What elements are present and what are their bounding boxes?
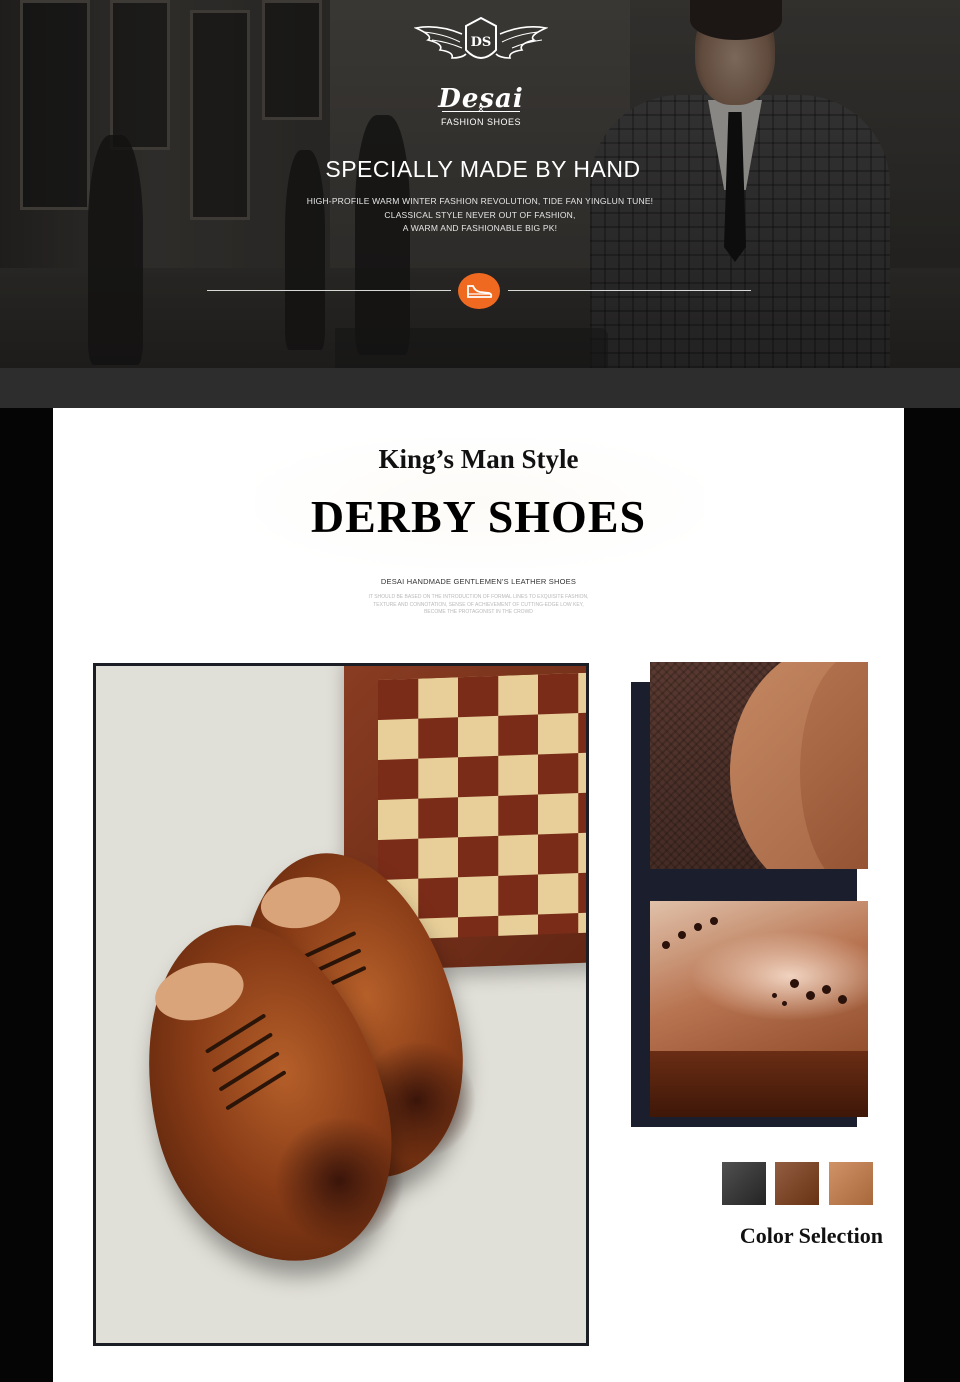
winged-shield-icon: DS [414, 16, 548, 59]
swatch-dark-brown[interactable] [775, 1162, 819, 1205]
shoe-icon [467, 285, 493, 298]
hero-tagline-line: A WARM AND FASHIONABLE BIG PK! [402, 223, 558, 233]
hero-tab-shape [335, 328, 608, 368]
fine-print-line: BECOME THE PROTAGONIST IN THE CROWD [424, 609, 533, 615]
product-title: DERBY SHOES [310, 491, 647, 542]
hero-tagline-line: HIGH-PROFILE WARM WINTER FASHION REVOLUT… [306, 196, 654, 206]
brand-subtitle: FASHION SHOES [440, 117, 522, 127]
hero-banner: DS Desai ✕ FASHION SHOES SPECIALLY MADE … [0, 0, 960, 368]
swatch-light-brown[interactable] [829, 1162, 873, 1205]
hero-title: SPECIALLY MADE BY HAND [325, 156, 641, 182]
product-panel: King’s Man Style DERBY SHOES DESAI HANDM… [53, 408, 904, 1382]
fine-print: IT SHOULD BE BASED ON THE INTRODUCTION O… [53, 594, 904, 617]
color-selection-label: Color Selection [739, 1223, 883, 1248]
svg-text:DS: DS [471, 35, 492, 50]
product-subtitle: DESAI HANDMADE GENTLEMEN'S LEATHER SHOES [380, 577, 577, 586]
divider-right [508, 290, 751, 291]
style-kicker: King’s Man Style [378, 444, 579, 474]
product-photo [93, 663, 589, 1346]
sole-detail-photo [650, 662, 868, 869]
dark-band [0, 368, 960, 408]
hero-tagline: HIGH-PROFILE WARM WINTER FASHION REVOLUT… [0, 195, 960, 236]
brogue-detail-photo [650, 901, 868, 1117]
divider-left [207, 290, 451, 291]
fine-print-line: TEXTURE AND CONNOTATION, SENSE OF ACHIEV… [373, 601, 584, 608]
fine-print-line: IT SHOULD BE BASED ON THE INTRODUCTION O… [368, 594, 589, 600]
swatch-black[interactable] [722, 1162, 766, 1205]
hero-tagline-line: CLASSICAL STYLE NEVER OUT OF FASHION, [384, 209, 576, 220]
shoe-badge [458, 273, 500, 309]
brand-logo: DS Desai ✕ FASHION SHOES [414, 14, 548, 127]
